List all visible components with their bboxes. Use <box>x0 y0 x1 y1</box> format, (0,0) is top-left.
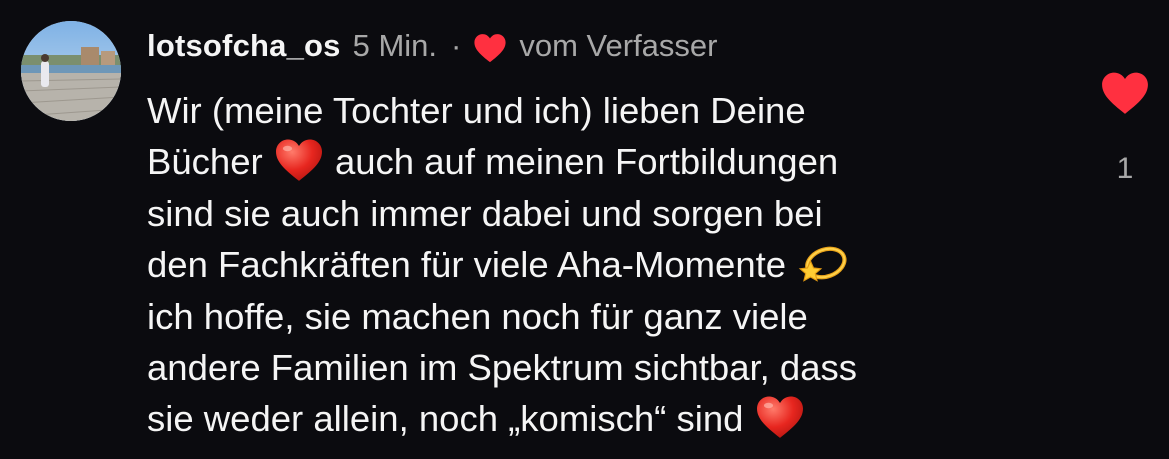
comment-line-7: sie weder allein, noch „komisch“ sind <box>147 398 754 440</box>
comment-line-5: ich hoffe, sie machen noch für ganz viel… <box>147 295 808 337</box>
red-heart-emoji-icon <box>273 137 325 183</box>
dizzy-star-emoji-icon <box>796 240 848 286</box>
separator-dot: · <box>451 28 462 63</box>
like-button[interactable] <box>1100 70 1150 116</box>
comment-line-1: Wir (meine Tochter und ich) lieben Deine <box>147 90 806 131</box>
heart-icon <box>473 30 507 63</box>
comment-text: Wir (meine Tochter und ich) lieben Deine… <box>147 85 1047 445</box>
username[interactable]: lotsofcha_os <box>147 22 341 70</box>
like-count[interactable]: 1 <box>1100 152 1150 186</box>
comment-line-3: sind sie auch immer dabei und sorgen bei <box>147 192 823 234</box>
comment-line-6: andere Familien im Spektrum sichtbar, da… <box>147 347 858 389</box>
comment-line-4: den Fachkräften für viele Aha-Momente <box>147 244 797 286</box>
avatar-photo <box>21 21 121 121</box>
comment-line-2a: Bücher <box>147 141 273 183</box>
heart-icon <box>1102 72 1148 114</box>
comment-header: lotsofcha_os 5 Min. · vom Verfasser <box>147 22 717 70</box>
red-heart-emoji-icon <box>754 394 806 440</box>
avatar[interactable] <box>21 21 121 121</box>
comment-line-2b: auch auf meinen Fortbildungen <box>324 141 839 183</box>
timestamp: 5 Min. <box>352 28 438 63</box>
by-author-label: vom Verfasser <box>519 28 718 63</box>
comment-item: lotsofcha_os 5 Min. · vom Verfasser Wir … <box>0 0 1169 459</box>
